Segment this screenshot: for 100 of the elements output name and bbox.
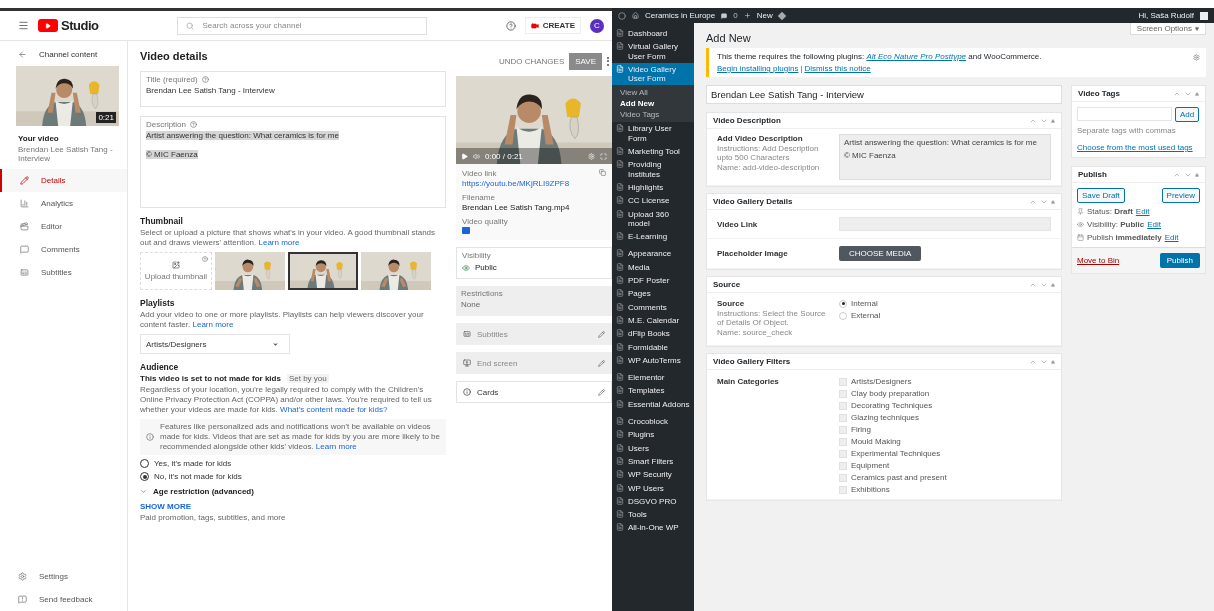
checkbox[interactable] (839, 401, 847, 410)
site-name-link[interactable]: Ceramics in Europe (645, 11, 716, 20)
admin-menu-item[interactable]: Users (612, 441, 694, 455)
publish-button[interactable]: Publish (1159, 253, 1200, 268)
move-to-bin-link[interactable]: Move to Bin (1077, 256, 1120, 265)
description-textarea[interactable]: Artist answering the question: What ceramics is for me © MIC Faenza (839, 134, 1051, 180)
thumbnail-option[interactable] (215, 252, 285, 290)
help-icon[interactable] (190, 121, 197, 128)
admin-menu-item[interactable]: Marketing Tool (612, 145, 694, 159)
video-link-input[interactable] (839, 217, 1051, 231)
screen-options-button[interactable]: Screen Options (1129, 23, 1206, 35)
nav-item[interactable]: Comments (0, 238, 127, 261)
admin-menu-item[interactable]: Video Gallery User Form (612, 62, 694, 86)
admin-menu-item[interactable]: dFlip Books (612, 327, 694, 341)
new-link[interactable]: New (756, 11, 773, 20)
save-draft-button[interactable]: Save Draft (1077, 188, 1125, 203)
video-link[interactable]: https://youtu.be/MKjRLI9ZPF8 (462, 179, 606, 188)
admin-menu-item[interactable]: Library User Form (612, 122, 694, 146)
preview-button[interactable]: Preview (1161, 188, 1200, 203)
admin-menu-item[interactable]: Elementor (612, 371, 694, 385)
admin-menu-item[interactable]: All-in-One WP (612, 521, 694, 535)
admin-menu-item[interactable]: Smart Filters (612, 454, 694, 469)
plugin-link[interactable]: Alt Eco Nature Pro Posttype (866, 52, 967, 61)
comment-icon[interactable] (721, 12, 728, 19)
toggle-icon[interactable] (1051, 118, 1055, 123)
admin-submenu-item[interactable]: Add New (612, 98, 694, 110)
greeting-link[interactable]: Hi, Saša Rudolf (1138, 11, 1194, 20)
volume-icon[interactable] (473, 152, 480, 160)
toggle-icon[interactable] (1195, 91, 1199, 96)
nav-item[interactable]: Subtitles (0, 261, 127, 284)
admin-menu-item[interactable]: Essential Addons (612, 397, 694, 411)
admin-menu-item[interactable]: DSGVO PRO (612, 494, 694, 509)
admin-menu-item[interactable]: Highlights (612, 180, 694, 195)
choose-media-button[interactable]: CHOOSE MEDIA (839, 246, 922, 261)
nav-item[interactable]: Settings (0, 565, 127, 588)
editor-row[interactable]: Cards (456, 381, 612, 403)
admin-menu-item[interactable]: M.E. Calendar (612, 313, 694, 328)
home-icon[interactable] (632, 12, 639, 19)
admin-menu-item[interactable]: Dashboard (612, 27, 694, 41)
help-icon[interactable] (505, 20, 516, 31)
copy-icon[interactable] (599, 169, 606, 176)
admin-menu-item[interactable]: WP Users (612, 481, 694, 495)
checkbox[interactable] (839, 461, 847, 470)
checkbox[interactable] (839, 485, 847, 494)
toggle-icon[interactable] (1051, 199, 1055, 204)
admin-menu-item[interactable]: CC License (612, 194, 694, 208)
nav-item[interactable]: Send feedback (0, 588, 127, 611)
edit-link[interactable]: Edit (1147, 220, 1161, 229)
learn-more-link[interactable]: Learn more (258, 238, 300, 247)
chevron-icon[interactable] (140, 488, 147, 495)
add-tag-button[interactable]: Add (1175, 107, 1200, 122)
description-field[interactable]: Description Artist answering the question: What ceramics is for me © MIC Faenza (140, 116, 446, 208)
nav-item[interactable]: Editor (0, 215, 127, 238)
pencil-icon[interactable] (598, 388, 605, 396)
search-input[interactable]: Search across your channel (200, 20, 419, 31)
search-field[interactable]: Search across your channel (177, 16, 428, 35)
admin-menu-item[interactable]: Tools (612, 508, 694, 522)
plus-icon[interactable] (743, 12, 751, 19)
title-field[interactable]: Title (required) Brendan Lee Satish Tang - Interview (140, 71, 446, 107)
menu-icon[interactable] (18, 20, 29, 31)
most-used-tags-link[interactable]: Choose from the most used tags (1077, 143, 1200, 152)
playlist-dropdown[interactable]: Artists/Designers (140, 334, 290, 354)
admin-menu-item[interactable]: Upload 360 model (612, 207, 694, 231)
settings-icon[interactable] (1193, 54, 1200, 61)
admin-submenu-item[interactable]: View All (612, 87, 694, 99)
help-icon[interactable] (201, 76, 209, 83)
learn-more-link[interactable]: Learn more (315, 442, 357, 451)
checkbox[interactable] (839, 473, 847, 482)
admin-menu-item[interactable]: WP AutoTerms (612, 353, 694, 368)
checkbox[interactable] (839, 425, 847, 434)
play-icon[interactable] (461, 152, 468, 160)
upload-thumbnail-button[interactable]: Upload thumbnail (140, 252, 212, 290)
title-input[interactable]: Brendan Lee Satish Tang - Interview (706, 85, 1062, 104)
edit-link[interactable]: Edit (1164, 233, 1179, 242)
admin-submenu-item[interactable]: Video Tags (612, 109, 694, 121)
admin-menu-item[interactable]: Comments (612, 300, 694, 314)
fullscreen-icon[interactable] (600, 152, 607, 160)
admin-menu-item[interactable]: E-Learning (612, 230, 694, 244)
thumbnail-option[interactable] (361, 252, 431, 290)
back-link[interactable]: Channel content (39, 50, 98, 59)
age-restriction-toggle[interactable]: Age restriction (advanced) (153, 487, 254, 496)
admin-menu-item[interactable]: Pages (612, 287, 694, 301)
admin-menu-item[interactable]: WP Security (612, 468, 694, 482)
nav-item[interactable]: Analytics (0, 192, 127, 215)
checkbox[interactable] (839, 389, 847, 398)
nav-item[interactable]: Details (0, 169, 127, 192)
create-button[interactable]: CREATE (524, 17, 581, 34)
toggle-icon[interactable] (1051, 282, 1055, 287)
checkbox[interactable] (839, 413, 847, 422)
admin-menu-item[interactable]: Templates (612, 384, 694, 398)
visibility-dropdown[interactable]: Visibility Public (456, 247, 612, 279)
help-icon[interactable] (202, 256, 208, 262)
content-for-kids-link[interactable]: What's content made for kids? (280, 405, 388, 414)
admin-menu-item[interactable]: Plugins (612, 428, 694, 442)
tag-input[interactable] (1077, 107, 1172, 121)
edit-link[interactable]: Edit (1135, 207, 1150, 216)
checkbox[interactable] (839, 449, 847, 458)
show-more-link[interactable]: SHOW MORE (140, 502, 192, 511)
user-avatar-icon[interactable] (1200, 11, 1208, 20)
admin-menu-item[interactable]: Providing Institutes (612, 158, 694, 181)
